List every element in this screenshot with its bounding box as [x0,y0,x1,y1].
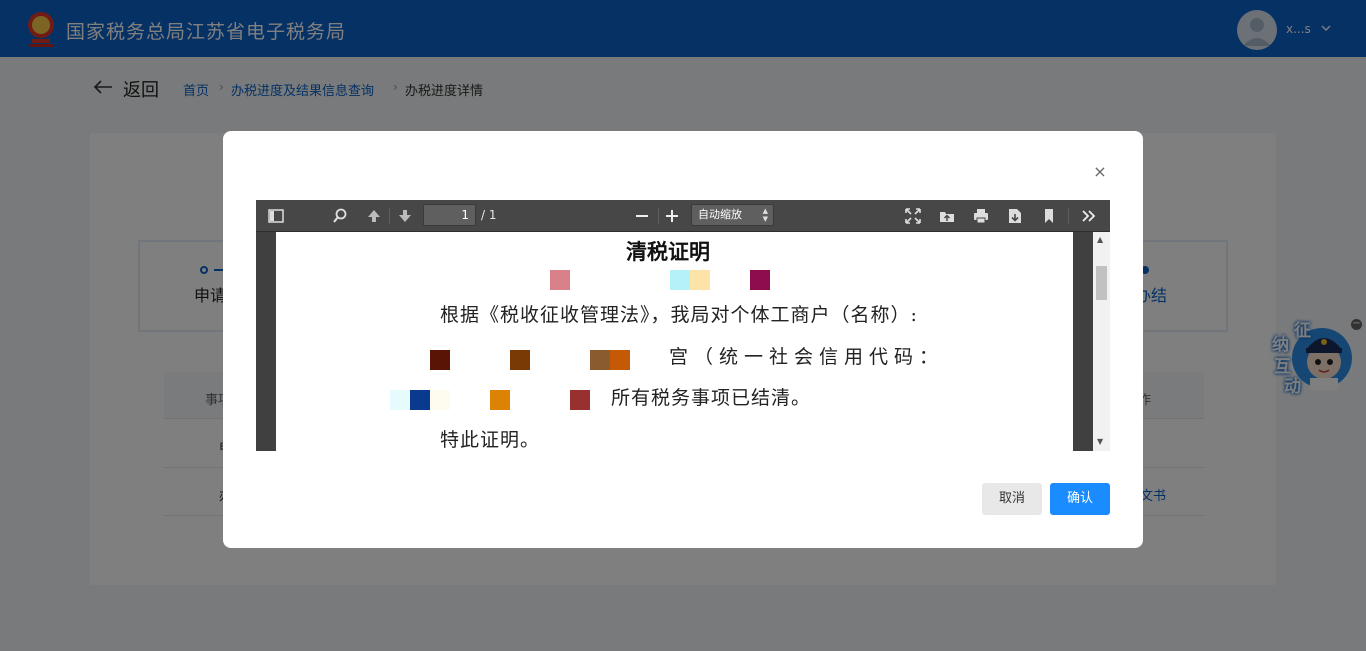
tools-expand-icon[interactable] [1080,207,1098,225]
redaction-block [570,390,590,410]
redaction-block [410,390,430,410]
redaction-block [430,350,450,370]
redaction-block [490,390,510,410]
presentation-mode-icon[interactable] [904,207,922,225]
redaction-block [510,350,530,370]
zoom-out-icon[interactable] [633,207,651,225]
redaction-block [610,350,630,370]
download-icon[interactable] [1006,207,1024,225]
bookmark-icon[interactable] [1040,207,1058,225]
page-number-input[interactable]: 1 [423,204,476,226]
redaction-block [590,350,610,370]
redaction-block [390,390,410,410]
search-icon[interactable] [331,207,349,225]
pdf-toolbar: 1 / 1 自动缩放 ▲ ▼ [256,200,1110,232]
document-line: 宫（统一社会信用代码： [669,346,945,368]
print-icon[interactable] [972,207,990,225]
toolbar-separator [1068,208,1069,224]
pdf-viewer-container: 清税证明 根据《税收征收管理法》，我局对个体工商户（名称）: 宫（统一社会信用代… [256,232,1110,451]
document-title: 清税证明 [626,239,710,264]
sidebar-toggle-icon[interactable] [267,207,285,225]
pdf-scrollbar[interactable]: ▲ ▼ [1093,232,1110,451]
cancel-button[interactable]: 取消 [982,483,1042,515]
select-arrows-icon: ▲ ▼ [762,207,768,223]
zoom-in-icon[interactable] [663,207,681,225]
page-total: / 1 [481,208,497,222]
redaction-block [550,270,570,290]
modal-close-button[interactable]: × [1093,164,1107,180]
open-file-icon[interactable] [938,207,956,225]
redaction-block [750,270,770,290]
scroll-thumb[interactable] [1096,266,1107,300]
pdf-viewer: 1 / 1 自动缩放 ▲ ▼ 清税证明 根据《税收征收管理法》，我局对个体工商户… [256,200,1110,451]
document-line: 根据《税收征收管理法》，我局对个体工商户（名称）: [440,304,918,326]
zoom-value: 自动缩放 [698,208,742,221]
next-page-icon[interactable] [396,207,414,225]
redaction-block [690,270,710,290]
zoom-select[interactable]: 自动缩放 ▲ ▼ [691,204,774,226]
confirm-button[interactable]: 确认 [1050,483,1110,515]
document-line: 特此证明。 [440,429,541,451]
toolbar-separator [658,208,659,224]
toolbar-separator [389,208,390,224]
previous-page-icon[interactable] [365,207,383,225]
pdf-page: 清税证明 根据《税收征收管理法》，我局对个体工商户（名称）: 宫（统一社会信用代… [276,232,1073,451]
scroll-down-icon[interactable]: ▼ [1097,437,1103,446]
redaction-block [670,270,690,290]
scroll-up-icon[interactable]: ▲ [1097,235,1103,244]
document-line: 所有税务事项已结清。 [611,387,812,409]
redaction-block [430,390,450,410]
